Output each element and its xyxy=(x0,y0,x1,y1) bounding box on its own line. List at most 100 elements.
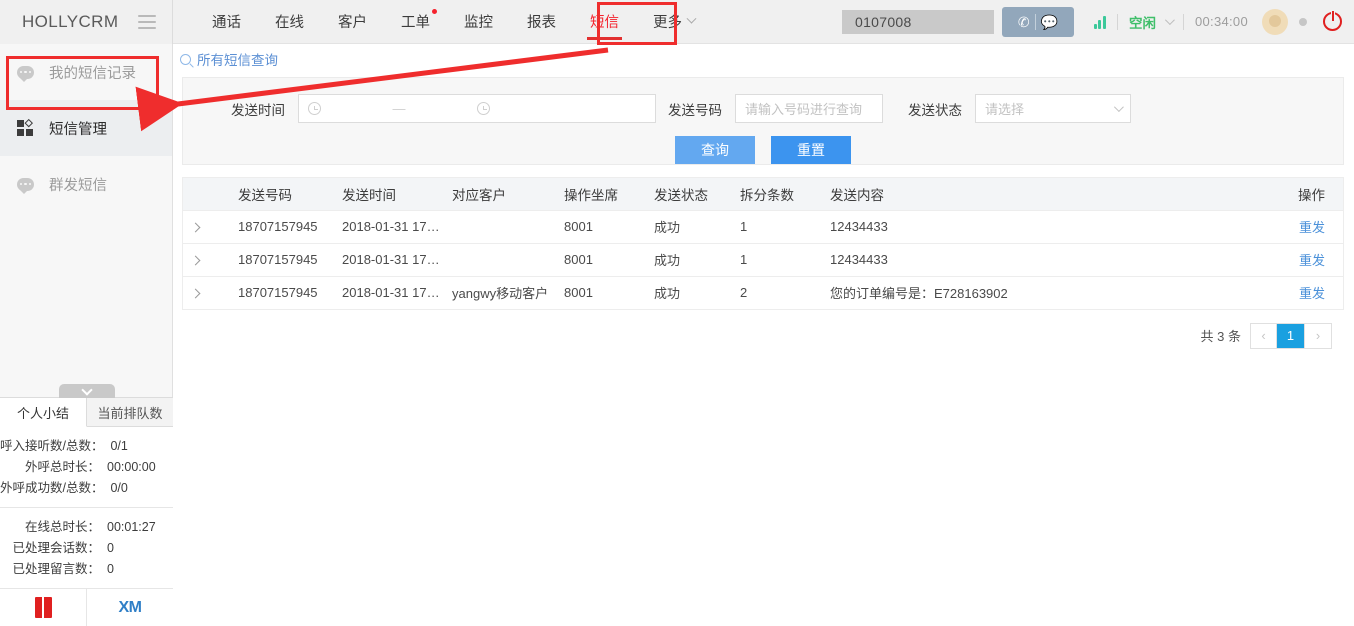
cell-send-content: 12434433 xyxy=(821,210,1263,244)
row-expand-cell[interactable] xyxy=(183,243,229,277)
chevron-down-icon xyxy=(686,13,697,24)
tab-current-queue[interactable]: 当前排队数 xyxy=(87,398,173,426)
pagination: 共 3 条 ‹ 1 › xyxy=(173,322,1332,349)
send-number-input[interactable]: 请输入号码进行查询 xyxy=(735,94,883,123)
next-page-button[interactable]: › xyxy=(1305,323,1331,348)
resend-link[interactable]: 重发 xyxy=(1299,220,1325,235)
table-row[interactable]: 18707157945 2018-01-31 17:1... 8001 成功 1… xyxy=(183,243,1343,277)
main-content: 所有短信查询 发送时间 — 发送号码 请输入号码进行查询 发送状态 请选择 查询… xyxy=(173,44,1354,626)
divider xyxy=(1182,13,1184,30)
session-timer: 00:34:00 xyxy=(1194,14,1248,29)
resend-link[interactable]: 重发 xyxy=(1299,253,1325,268)
status-chevron-down-icon[interactable] xyxy=(1164,15,1175,26)
tab-personal-summary[interactable]: 个人小结 xyxy=(0,398,87,427)
cell-send-time: 2018-01-31 17:1... xyxy=(333,243,443,277)
phone-icon[interactable]: ✆ xyxy=(1018,15,1030,29)
page-number-1[interactable]: 1 xyxy=(1277,323,1305,348)
nav-label: 更多 xyxy=(653,15,682,31)
prev-page-button[interactable]: ‹ xyxy=(1251,323,1277,348)
main-nav: 通话 在线 客户 工单 监控 报表 短信 更多 xyxy=(195,0,712,44)
nav-tab-jiankong[interactable]: 监控 xyxy=(447,0,510,44)
chevron-right-icon[interactable] xyxy=(190,222,201,233)
app-root: HOLLYCRM 通话 在线 客户 工单 监控 报表 短信 更多 0107008… xyxy=(0,0,1354,626)
cell-send-status: 成功 xyxy=(645,276,731,310)
nav-tab-duanxin[interactable]: 短信 xyxy=(573,0,636,44)
cell-send-status: 成功 xyxy=(645,243,731,277)
send-status-select[interactable]: 请选择 xyxy=(975,94,1131,123)
hamburger-icon[interactable] xyxy=(138,14,157,29)
reset-button[interactable]: 重置 xyxy=(771,136,851,164)
stat-label: 已处理留言数： xyxy=(12,562,100,576)
stat-value: 0 xyxy=(107,562,114,576)
nav-tab-tonghua[interactable]: 通话 xyxy=(195,0,258,44)
total-count-label: 共 3 条 xyxy=(1200,329,1241,344)
power-icon[interactable] xyxy=(1323,12,1342,31)
send-number-placeholder: 请输入号码进行查询 xyxy=(745,102,863,117)
table-row[interactable]: 18707157945 2018-01-31 17:1... 8001 成功 1… xyxy=(183,210,1343,244)
chat-icon[interactable]: 💬 xyxy=(1041,15,1058,29)
sidebar-item-label: 我的短信记录 xyxy=(49,65,136,82)
query-button[interactable]: 查询 xyxy=(675,136,755,164)
sidebar-item-my-sms-records[interactable]: 我的短信记录 xyxy=(0,44,172,100)
cell-split-count: 1 xyxy=(731,210,821,244)
agent-stats-panel: 个人小结 当前排队数 呼入接听数/总数： 0/1 外呼总时长： 00:00:00… xyxy=(0,383,173,626)
cell-send-number: 18707157945 xyxy=(229,210,333,244)
tab-label: 个人小结 xyxy=(16,405,69,421)
send-time-range-input[interactable]: — xyxy=(298,94,656,123)
red-book-icon[interactable] xyxy=(0,589,87,626)
nav-tab-baobiao[interactable]: 报表 xyxy=(510,0,573,44)
col-customer: 对应客户 xyxy=(443,178,555,211)
col-send-number: 发送号码 xyxy=(229,178,333,211)
pagination-controls: ‹ 1 › xyxy=(1250,322,1332,349)
stat-value: 0/1 xyxy=(110,439,128,453)
cell-agent-seat: 8001 xyxy=(555,243,645,277)
filter-row: 发送时间 — 发送号码 请输入号码进行查询 发送状态 请选择 xyxy=(183,78,1343,123)
nav-tab-kehu[interactable]: 客户 xyxy=(321,0,384,44)
cell-agent-seat: 8001 xyxy=(555,210,645,244)
sidebar-item-sms-management[interactable]: 短信管理 xyxy=(0,100,172,156)
stat-label: 外呼总时长： xyxy=(24,460,100,474)
cell-send-number: 18707157945 xyxy=(229,243,333,277)
cell-customer: yangwy移动客户 xyxy=(443,276,555,310)
stats-group-online: 在线总时长： 00:01:27 已处理会话数： 0 已处理留言数： 0 xyxy=(0,507,173,588)
sms-table: 发送号码 发送时间 对应客户 操作坐席 发送状态 拆分条数 发送内容 操作 18… xyxy=(182,177,1344,310)
cell-customer xyxy=(443,243,555,277)
row-expand-cell[interactable] xyxy=(183,276,229,310)
col-send-time: 发送时间 xyxy=(333,178,443,211)
chevron-right-icon[interactable] xyxy=(190,255,201,266)
nav-tab-gongdan[interactable]: 工单 xyxy=(384,0,447,44)
stat-value: 00:00:00 xyxy=(107,460,156,474)
send-number-label: 发送号码 xyxy=(668,102,722,118)
avatar[interactable] xyxy=(1262,8,1288,35)
cell-operation: 重发 xyxy=(1263,210,1343,244)
panel-collapse-toggle[interactable] xyxy=(59,383,115,398)
resend-link[interactable]: 重发 xyxy=(1299,286,1325,301)
breadcrumb-label[interactable]: 所有短信查询 xyxy=(197,49,278,69)
stats-group-calls: 呼入接听数/总数： 0/1 外呼总时长： 00:00:00 外呼成功数/总数： … xyxy=(0,427,173,507)
nav-tab-zaixian[interactable]: 在线 xyxy=(258,0,321,44)
send-time-label: 发送时间 xyxy=(231,102,285,118)
grid-squares-icon xyxy=(17,118,39,136)
nav-tab-gengduo[interactable]: 更多 xyxy=(636,0,712,44)
presence-dot-icon xyxy=(1299,17,1307,26)
nav-label: 报表 xyxy=(527,15,556,31)
cell-customer xyxy=(443,210,555,244)
col-expand xyxy=(183,178,229,211)
row-expand-cell[interactable] xyxy=(183,210,229,244)
sidebar-item-label: 群发短信 xyxy=(49,177,107,194)
col-operation: 操作 xyxy=(1263,178,1343,211)
search-filter-panel: 发送时间 — 发送号码 请输入号码进行查询 发送状态 请选择 查询 重置 xyxy=(182,77,1344,165)
chevron-right-icon[interactable] xyxy=(190,288,201,299)
clock-icon xyxy=(477,102,490,115)
xm-logo-label: XM xyxy=(118,598,143,616)
extension-number-field[interactable]: 0107008 xyxy=(841,9,994,34)
sidebar-item-bulk-sms[interactable]: 群发短信 xyxy=(0,156,172,212)
xm-logo-icon[interactable]: XM xyxy=(87,589,173,626)
stat-row: 已处理会话数： 0 xyxy=(0,538,165,559)
table-row[interactable]: 18707157945 2018-01-31 17:0... yangwy移动客… xyxy=(183,276,1343,310)
cell-operation: 重发 xyxy=(1263,243,1343,277)
stat-row: 已处理留言数： 0 xyxy=(0,559,165,580)
extension-value: 0107008 xyxy=(854,13,912,30)
chevron-down-icon xyxy=(1113,102,1124,113)
nav-label: 工单 xyxy=(401,15,430,31)
